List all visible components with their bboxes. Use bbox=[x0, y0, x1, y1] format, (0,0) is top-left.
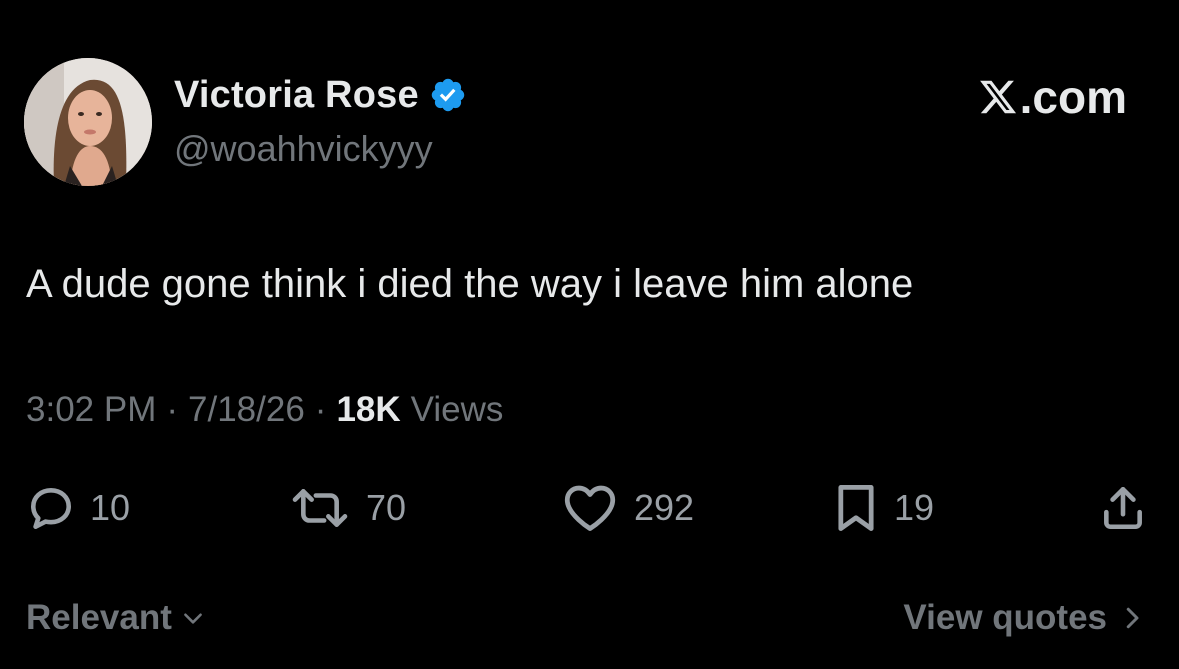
view-quotes-label: View quotes bbox=[903, 598, 1107, 637]
views-label: Views bbox=[410, 390, 504, 429]
chevron-right-icon bbox=[1126, 607, 1139, 629]
author-handle[interactable]: @woahhvickyyy bbox=[174, 128, 433, 170]
view-quotes-link[interactable]: View quotes bbox=[903, 598, 1143, 638]
author-name-row: Victoria Rose bbox=[174, 70, 467, 120]
bookmark-count: 19 bbox=[894, 487, 935, 528]
repost-icon bbox=[292, 489, 348, 527]
bookmark-icon bbox=[838, 485, 874, 531]
views-count[interactable]: 18K bbox=[336, 390, 400, 430]
sort-relevant-dropdown[interactable]: Relevant bbox=[26, 598, 206, 638]
meta-separator: · bbox=[314, 390, 327, 429]
reply-count: 10 bbox=[90, 487, 131, 528]
bookmark-button[interactable]: 19 bbox=[832, 478, 934, 538]
reply-icon bbox=[30, 488, 72, 530]
like-count: 292 bbox=[634, 487, 695, 528]
brand-text: .com bbox=[1019, 71, 1127, 123]
like-button[interactable]: 292 bbox=[560, 478, 694, 538]
sort-label: Relevant bbox=[26, 598, 172, 637]
tweet-text: A dude gone think i died the way i leave… bbox=[26, 262, 914, 306]
heart-icon bbox=[564, 485, 616, 531]
tweet-meta: 3:02 PM · 7/18/26 · 18K Views bbox=[26, 390, 503, 430]
brand-logo: .com bbox=[978, 70, 1127, 124]
profile-photo-icon bbox=[24, 58, 152, 186]
share-icon bbox=[1104, 486, 1142, 530]
author-display-name[interactable]: Victoria Rose bbox=[174, 74, 419, 117]
repost-button[interactable]: 70 bbox=[288, 478, 406, 538]
chevron-down-icon bbox=[184, 613, 202, 624]
x-logo-icon bbox=[978, 76, 1018, 118]
avatar[interactable] bbox=[24, 58, 152, 186]
reply-button[interactable]: 10 bbox=[26, 478, 130, 538]
verified-badge-icon[interactable] bbox=[429, 76, 467, 114]
meta-separator: · bbox=[166, 390, 179, 429]
tweet-date[interactable]: 7/18/26 bbox=[188, 390, 305, 430]
repost-count: 70 bbox=[366, 487, 407, 528]
share-button[interactable] bbox=[1098, 478, 1148, 538]
tweet-time[interactable]: 3:02 PM bbox=[26, 390, 156, 430]
action-bar: 10 70 292 19 bbox=[0, 478, 1179, 538]
